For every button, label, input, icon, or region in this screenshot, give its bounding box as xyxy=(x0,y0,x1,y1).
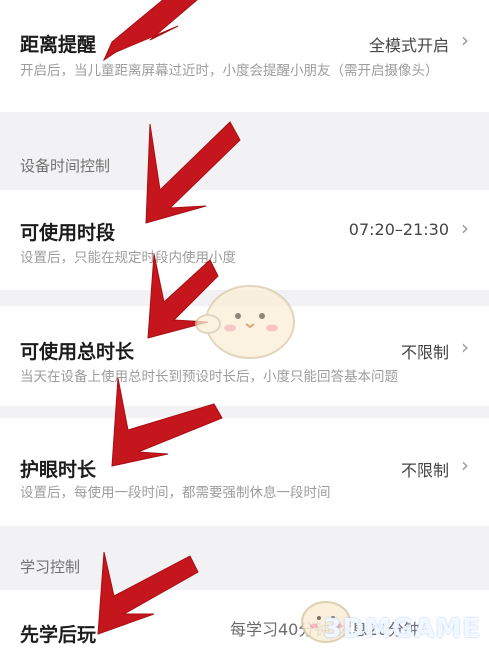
watermark: 3DMGAME xyxy=(323,614,481,644)
mascot-watermark-icon xyxy=(195,285,295,359)
